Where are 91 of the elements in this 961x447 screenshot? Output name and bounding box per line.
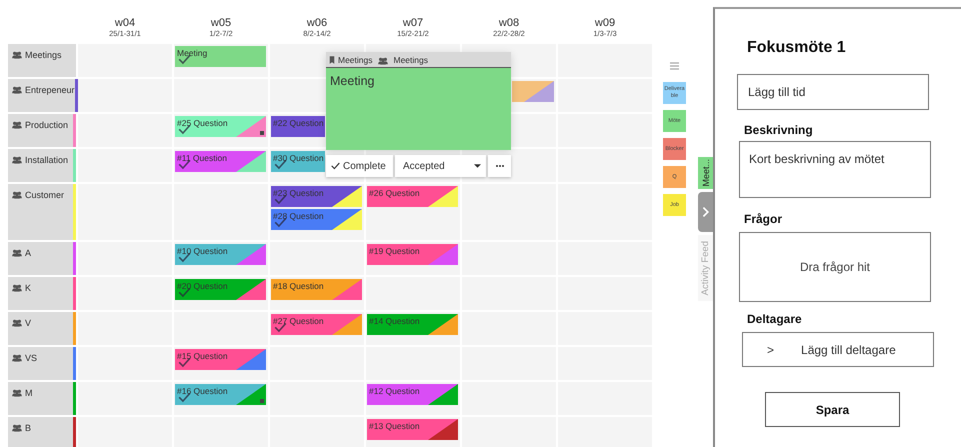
row-label: Installation bbox=[25, 154, 68, 166]
week-label: w09 bbox=[594, 17, 616, 29]
chevron-icon bbox=[702, 207, 708, 217]
tag-label: Meetings bbox=[394, 54, 428, 64]
week-label: w05 bbox=[210, 17, 232, 29]
card-title: #23 Question bbox=[273, 188, 324, 199]
card-title: #27 Question bbox=[273, 316, 324, 327]
row-label: Production bbox=[25, 119, 68, 131]
complete-button[interactable]: Complete bbox=[326, 155, 393, 177]
check-icon bbox=[178, 159, 191, 170]
save-button[interactable]: Spara bbox=[765, 392, 900, 427]
question-card[interactable]: #10 Question bbox=[175, 244, 266, 265]
row-label: B bbox=[25, 422, 32, 434]
people-icon bbox=[12, 86, 22, 94]
row-label: K bbox=[25, 282, 32, 294]
card-title: #26 Question bbox=[369, 188, 420, 199]
card-title: #10 Question bbox=[177, 246, 228, 257]
check-icon bbox=[331, 162, 340, 170]
status-dropdown[interactable]: Accepted bbox=[395, 155, 486, 177]
card-title: #22 Question bbox=[273, 118, 324, 129]
people-icon bbox=[12, 51, 22, 59]
week-label: w07 bbox=[402, 17, 424, 29]
people-icon bbox=[12, 121, 22, 129]
people-icon bbox=[12, 156, 22, 164]
question-card[interactable]: #25 Question bbox=[175, 116, 266, 137]
people-icon bbox=[12, 319, 22, 327]
question-card[interactable]: #12 Question bbox=[367, 384, 458, 405]
meeting-tab[interactable]: Meet... bbox=[698, 157, 713, 189]
people-icon bbox=[12, 191, 22, 199]
question-card[interactable]: #16 Question bbox=[175, 384, 266, 405]
question-card[interactable]: #20 Question bbox=[175, 279, 266, 300]
question-card[interactable]: Meeting bbox=[175, 46, 266, 67]
field-label: Frågor bbox=[744, 212, 782, 226]
row-label: Entrepeneur bbox=[25, 84, 75, 96]
check-icon bbox=[178, 392, 191, 403]
row-label: A bbox=[25, 247, 32, 259]
row-label: VS bbox=[25, 352, 38, 364]
people-icon bbox=[12, 424, 22, 432]
question-card[interactable]: #15 Question bbox=[175, 349, 266, 370]
question-card[interactable]: #30 Question bbox=[271, 151, 325, 172]
people-icon bbox=[12, 389, 22, 397]
panel-title: Fokusmöte 1 bbox=[747, 39, 846, 57]
question-card[interactable]: #27 Question bbox=[271, 314, 362, 335]
tag-label: Meetings bbox=[338, 54, 372, 64]
card-title: #19 Question bbox=[369, 246, 420, 257]
card-title: #11 Question bbox=[177, 153, 227, 164]
row-label: V bbox=[25, 317, 32, 329]
question-card[interactable]: #13 Question bbox=[367, 419, 458, 440]
people-icon bbox=[12, 284, 22, 292]
people-icon bbox=[378, 56, 388, 64]
row-label: M bbox=[25, 387, 32, 399]
question-card[interactable]: #11 Question bbox=[175, 151, 266, 172]
menu-icon[interactable] bbox=[670, 62, 679, 70]
card-title: #15 Question bbox=[177, 351, 228, 362]
week-label: w04 bbox=[114, 17, 136, 29]
caret-icon bbox=[474, 164, 481, 168]
question-card[interactable]: #19 Question bbox=[367, 244, 458, 265]
check-icon bbox=[274, 322, 287, 333]
field-label: Beskrivning bbox=[744, 123, 813, 137]
square-icon bbox=[260, 131, 264, 135]
question-card[interactable]: #18 Question bbox=[271, 279, 362, 300]
question-card[interactable] bbox=[512, 81, 554, 102]
row-label: Meetings bbox=[25, 49, 62, 61]
week-label: w06 bbox=[306, 17, 328, 29]
collapse-tab[interactable] bbox=[698, 192, 713, 232]
drop-hint: Dra frågor hit bbox=[800, 260, 870, 274]
people-icon bbox=[12, 249, 22, 257]
card-title: #13 Question bbox=[369, 421, 420, 432]
question-card[interactable]: #14 Question bbox=[367, 314, 458, 335]
more-button[interactable] bbox=[488, 155, 511, 177]
card-title: #14 Question bbox=[369, 316, 420, 327]
time-field[interactable]: Lägg till tid bbox=[737, 74, 929, 110]
question-card[interactable]: #28 Question bbox=[271, 209, 362, 230]
card-title: #20 Question bbox=[177, 281, 228, 292]
bookmark-icon bbox=[329, 56, 335, 64]
card-title: #18 Question bbox=[273, 281, 324, 292]
description-field[interactable]: Kort beskrivning av mötet bbox=[739, 141, 931, 198]
people-icon bbox=[12, 354, 22, 362]
add-participant-button[interactable]: > Lägg till deltagare bbox=[742, 332, 934, 367]
card-title: #30 Question bbox=[273, 153, 324, 164]
card-title: #12 Question bbox=[369, 386, 420, 397]
card-title: #28 Question bbox=[273, 211, 324, 222]
popup-title: Meeting bbox=[330, 74, 374, 88]
card-title: #25 Question bbox=[177, 118, 228, 129]
question-card[interactable]: #26 Question bbox=[367, 186, 458, 207]
field-label: Deltagare bbox=[747, 312, 802, 326]
row-label: Customer bbox=[25, 189, 64, 201]
card-title: #16 Question bbox=[177, 386, 228, 397]
week-label: w08 bbox=[498, 17, 520, 29]
square-icon bbox=[260, 399, 264, 403]
card-title: Meeting bbox=[177, 48, 208, 59]
